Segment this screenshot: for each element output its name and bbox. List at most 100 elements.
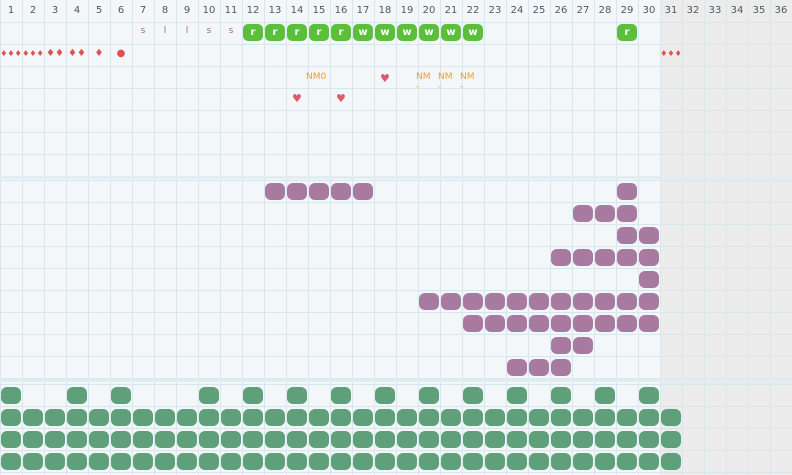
activity-badge[interactable]: r <box>309 24 329 41</box>
purple-cell[interactable] <box>529 359 549 376</box>
purple-cell[interactable] <box>595 315 615 332</box>
activity-badge[interactable]: r <box>287 24 307 41</box>
day-column-header[interactable]: 12 <box>242 0 264 22</box>
green-cell[interactable] <box>507 409 527 426</box>
green-cell[interactable] <box>155 431 175 448</box>
green-cell[interactable] <box>309 453 329 470</box>
green-cell[interactable] <box>243 409 263 426</box>
green-cell[interactable] <box>111 387 131 404</box>
purple-cell[interactable] <box>353 183 373 200</box>
green-cell[interactable] <box>441 431 461 448</box>
purple-cell[interactable] <box>551 315 571 332</box>
day-column-header[interactable]: 17 <box>352 0 374 22</box>
green-cell[interactable] <box>221 409 241 426</box>
activity-badge[interactable]: r <box>243 24 263 41</box>
green-cell[interactable] <box>287 431 307 448</box>
green-cell[interactable] <box>67 387 87 404</box>
green-cell[interactable] <box>617 453 637 470</box>
day-column-header[interactable]: 33 <box>704 0 726 22</box>
green-cell[interactable] <box>155 453 175 470</box>
green-cell[interactable] <box>441 409 461 426</box>
green-cell[interactable] <box>375 431 395 448</box>
green-cell[interactable] <box>529 409 549 426</box>
green-cell[interactable] <box>507 453 527 470</box>
green-cell[interactable] <box>89 409 109 426</box>
purple-cell[interactable] <box>463 315 483 332</box>
green-cell[interactable] <box>507 387 527 404</box>
green-cell[interactable] <box>243 387 263 404</box>
green-cell[interactable] <box>375 387 395 404</box>
activity-badge[interactable]: w <box>463 24 483 41</box>
purple-cell[interactable] <box>551 249 571 266</box>
day-column-header[interactable]: 27 <box>572 0 594 22</box>
purple-cell[interactable] <box>617 293 637 310</box>
purple-cell[interactable] <box>617 315 637 332</box>
green-cell[interactable] <box>573 453 593 470</box>
green-cell[interactable] <box>639 387 659 404</box>
green-cell[interactable] <box>23 409 43 426</box>
green-cell[interactable] <box>1 431 21 448</box>
green-cell[interactable] <box>661 431 681 448</box>
activity-badge[interactable]: w <box>353 24 373 41</box>
green-cell[interactable] <box>331 409 351 426</box>
purple-cell[interactable] <box>441 293 461 310</box>
green-cell[interactable] <box>617 409 637 426</box>
green-cell[interactable] <box>199 453 219 470</box>
purple-cell[interactable] <box>573 293 593 310</box>
day-column-header[interactable]: 31 <box>660 0 682 22</box>
green-cell[interactable] <box>243 431 263 448</box>
purple-cell[interactable] <box>485 293 505 310</box>
green-cell[interactable] <box>177 453 197 470</box>
purple-cell[interactable] <box>507 359 527 376</box>
green-cell[interactable] <box>419 453 439 470</box>
purple-cell[interactable] <box>595 293 615 310</box>
green-cell[interactable] <box>463 431 483 448</box>
purple-cell[interactable] <box>573 337 593 354</box>
day-column-header[interactable]: 36 <box>770 0 792 22</box>
green-cell[interactable] <box>419 409 439 426</box>
green-cell[interactable] <box>1 409 21 426</box>
day-column-header[interactable]: 2 <box>22 0 44 22</box>
day-column-header[interactable]: 16 <box>330 0 352 22</box>
day-column-header[interactable]: 10 <box>198 0 220 22</box>
green-cell[interactable] <box>133 453 153 470</box>
purple-cell[interactable] <box>639 249 659 266</box>
green-cell[interactable] <box>199 431 219 448</box>
green-cell[interactable] <box>67 431 87 448</box>
green-cell[interactable] <box>397 409 417 426</box>
green-cell[interactable] <box>353 431 373 448</box>
green-cell[interactable] <box>265 431 285 448</box>
green-cell[interactable] <box>45 431 65 448</box>
purple-cell[interactable] <box>551 359 571 376</box>
green-cell[interactable] <box>23 431 43 448</box>
green-cell[interactable] <box>595 453 615 470</box>
green-cell[interactable] <box>309 409 329 426</box>
green-cell[interactable] <box>199 409 219 426</box>
green-cell[interactable] <box>397 431 417 448</box>
day-column-header[interactable]: 20 <box>418 0 440 22</box>
green-cell[interactable] <box>23 453 43 470</box>
day-column-header[interactable]: 11 <box>220 0 242 22</box>
purple-cell[interactable] <box>639 227 659 244</box>
green-cell[interactable] <box>529 453 549 470</box>
green-cell[interactable] <box>529 431 549 448</box>
purple-cell[interactable] <box>529 293 549 310</box>
green-cell[interactable] <box>419 431 439 448</box>
green-cell[interactable] <box>639 431 659 448</box>
green-cell[interactable] <box>287 453 307 470</box>
green-cell[interactable] <box>573 431 593 448</box>
purple-cell[interactable] <box>331 183 351 200</box>
green-cell[interactable] <box>595 431 615 448</box>
purple-cell[interactable] <box>265 183 285 200</box>
purple-cell[interactable] <box>639 315 659 332</box>
activity-badge[interactable]: r <box>331 24 351 41</box>
purple-cell[interactable] <box>617 205 637 222</box>
green-cell[interactable] <box>463 387 483 404</box>
green-cell[interactable] <box>45 409 65 426</box>
purple-cell[interactable] <box>639 271 659 288</box>
purple-cell[interactable] <box>419 293 439 310</box>
purple-cell[interactable] <box>507 293 527 310</box>
day-column-header[interactable]: 28 <box>594 0 616 22</box>
purple-cell[interactable] <box>529 315 549 332</box>
green-cell[interactable] <box>287 387 307 404</box>
